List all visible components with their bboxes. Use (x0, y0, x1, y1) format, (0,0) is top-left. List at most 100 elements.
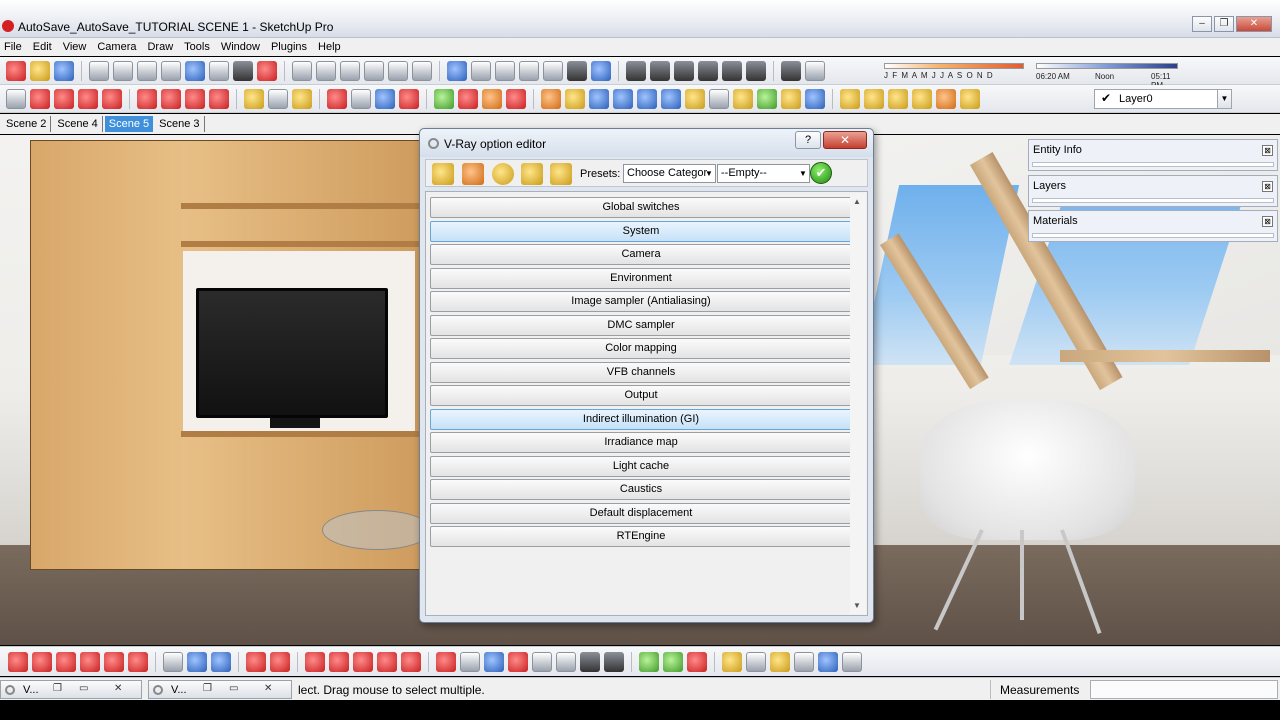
position-camera-icon[interactable] (163, 651, 183, 672)
print-icon[interactable] (233, 60, 253, 81)
monochrome-style-icon[interactable] (591, 60, 611, 81)
rollout-output[interactable]: Output (430, 385, 852, 406)
vray-frame-buffer-icon[interactable] (506, 88, 526, 109)
shadows-icon[interactable] (781, 60, 801, 81)
menu-draw[interactable]: Draw (147, 41, 173, 53)
scale-icon[interactable] (104, 651, 124, 672)
vray-pause-icon[interactable] (805, 88, 825, 109)
paste-icon[interactable] (137, 60, 157, 81)
close-button[interactable]: ✕ (1236, 16, 1272, 32)
offset-icon[interactable] (128, 651, 148, 672)
vray-spot-light-icon[interactable] (613, 88, 633, 109)
sandbox-drape-icon[interactable] (888, 88, 908, 109)
rectangle-icon[interactable] (102, 88, 122, 109)
vray-sphere-light-icon[interactable] (589, 88, 609, 109)
components-icon[interactable] (698, 60, 718, 81)
rollout-caustics[interactable]: Caustics (430, 479, 852, 500)
layer-selector[interactable]: ✔ Layer0 ▼ (1094, 89, 1232, 109)
preset-category-select[interactable]: Choose Categor ▼ (623, 164, 716, 183)
model-info-icon[interactable] (257, 60, 277, 81)
redo-icon[interactable] (209, 60, 229, 81)
sandbox-contours-icon[interactable] (960, 88, 980, 109)
wireframe-style-icon[interactable] (495, 60, 515, 81)
materials-close-icon[interactable]: ⊠ (1262, 216, 1273, 227)
rollout-dmc-sampler[interactable]: DMC sampler (430, 315, 852, 336)
push-pull-icon[interactable] (161, 88, 181, 109)
front-view-icon[interactable] (340, 60, 360, 81)
restore-icon[interactable]: ❐ (203, 683, 212, 694)
zoom-icon[interactable] (484, 651, 504, 672)
rollout-image-sampler[interactable]: Image sampler (Antialiasing) (430, 291, 852, 312)
vray-render-icon[interactable] (482, 88, 502, 109)
vray-close-button[interactable]: ✕ (823, 131, 867, 149)
rollout-scrollbar[interactable]: ▲ ▼ (850, 193, 866, 614)
hidden-line-style-icon[interactable] (519, 60, 539, 81)
top-view-icon[interactable] (316, 60, 336, 81)
maximize-button[interactable]: ❐ (1214, 16, 1234, 32)
rollout-light-cache[interactable]: Light cache (430, 456, 852, 477)
left-view-icon[interactable] (412, 60, 432, 81)
entity-info-panel[interactable]: Entity Info ⊠ (1028, 139, 1278, 171)
vray-omni-light-icon[interactable] (541, 88, 561, 109)
pan-icon[interactable] (351, 88, 371, 109)
iso-small-icon[interactable] (305, 651, 325, 672)
close-icon[interactable]: ✕ (114, 683, 122, 694)
text-tool-icon[interactable] (794, 651, 814, 672)
vray-help-button[interactable]: ? (795, 131, 821, 149)
vray-open-settings-icon[interactable] (462, 163, 484, 185)
open-folder-icon[interactable] (30, 60, 50, 81)
section-fill-icon[interactable] (270, 651, 290, 672)
zoom-extents-icon[interactable] (399, 88, 419, 109)
arc-icon[interactable] (78, 88, 98, 109)
tab-scene-2[interactable]: Scene 2 (2, 116, 52, 132)
copy-icon[interactable] (113, 60, 133, 81)
tab-scene-3[interactable]: Scene 3 (155, 116, 205, 132)
vray-help-icon[interactable] (661, 88, 681, 109)
rotate-icon[interactable] (56, 651, 76, 672)
3d-text-icon[interactable] (842, 651, 862, 672)
menu-tools[interactable]: Tools (184, 41, 210, 53)
rollout-default-displacement[interactable]: Default displacement (430, 503, 852, 524)
back-small-icon[interactable] (353, 651, 373, 672)
sandbox-flip-edge-icon[interactable] (936, 88, 956, 109)
vray-fur-icon[interactable] (757, 88, 777, 109)
rotate-icon[interactable] (185, 88, 205, 109)
scale-icon[interactable] (209, 88, 229, 109)
vray-save-settings-icon[interactable] (432, 163, 454, 185)
tape-measure-icon[interactable] (244, 88, 264, 109)
save-icon[interactable] (54, 60, 74, 81)
walk-icon[interactable] (187, 651, 207, 672)
vray-ies-light-icon[interactable] (637, 88, 657, 109)
scroll-up-arrow-icon[interactable]: ▲ (853, 197, 861, 206)
left-small-icon[interactable] (377, 651, 397, 672)
vray-sun-icon[interactable] (781, 88, 801, 109)
maximize-icon[interactable]: ▭ (79, 683, 88, 694)
follow-me-icon[interactable] (80, 651, 100, 672)
zoom-icon[interactable] (375, 88, 395, 109)
rollout-vfb-channels[interactable]: VFB channels (430, 362, 852, 383)
minimized-vray-window[interactable]: V... ❐ ▭ ✕ (0, 680, 142, 699)
vray-save-preset-icon[interactable] (550, 163, 572, 185)
move-icon[interactable] (137, 88, 157, 109)
right-small-icon[interactable] (401, 651, 421, 672)
groups-icon[interactable] (722, 60, 742, 81)
select-arrow-icon[interactable] (6, 88, 26, 109)
preset-select[interactable]: --Empty-- ▼ (717, 164, 810, 183)
layers-panel[interactable]: Layers ⊠ (1028, 175, 1278, 207)
iso-view-icon[interactable] (292, 60, 312, 81)
text-tool-icon[interactable] (268, 88, 288, 109)
layers-close-icon[interactable]: ⊠ (1262, 181, 1273, 192)
back-edges-style-icon[interactable] (471, 60, 491, 81)
maximize-icon[interactable]: ▭ (229, 683, 238, 694)
menu-window[interactable]: Window (221, 41, 260, 53)
sandbox-add-detail-icon[interactable] (912, 88, 932, 109)
close-icon[interactable]: ✕ (264, 683, 272, 694)
eye-icon[interactable] (580, 651, 600, 672)
tab-scene-5[interactable]: Scene 5 (104, 116, 154, 132)
previous-view-icon[interactable] (556, 651, 576, 672)
materials-panel[interactable]: Materials ⊠ (1028, 210, 1278, 242)
vray-dialog-title-bar[interactable]: V-Ray option editor ? ✕ (420, 129, 873, 157)
scroll-down-arrow-icon[interactable]: ▼ (853, 601, 861, 610)
entity-info-close-icon[interactable]: ⊠ (1262, 145, 1273, 156)
measurements-input[interactable] (1090, 680, 1278, 699)
